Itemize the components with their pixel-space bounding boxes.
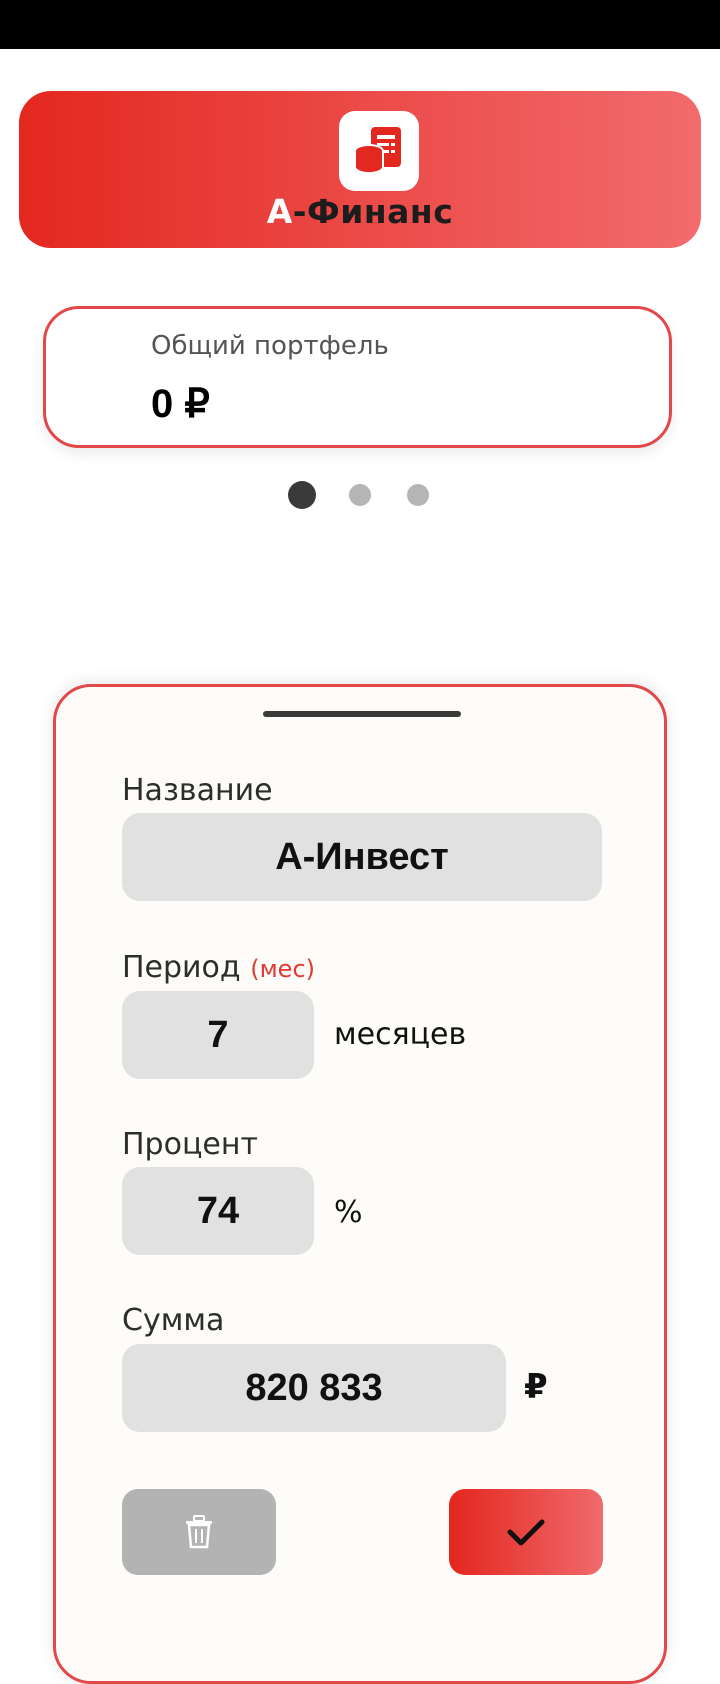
bottom-sheet: Название А-Инвест Период (мес) 7 месяцев…: [53, 684, 667, 1684]
confirm-button[interactable]: [449, 1489, 603, 1575]
period-label: Период (мес): [122, 950, 315, 985]
checkmark-icon: [507, 1519, 545, 1546]
sheet-drag-handle[interactable]: [263, 711, 461, 717]
percent-input[interactable]: 74: [122, 1167, 314, 1255]
app-logo: [339, 111, 419, 191]
brand-suffix: -Финанс: [292, 192, 454, 231]
pager-dot[interactable]: [349, 484, 371, 506]
percent-suffix: %: [334, 1195, 363, 1230]
amount-input[interactable]: 820 833: [122, 1344, 506, 1432]
name-input[interactable]: А-Инвест: [122, 813, 602, 901]
period-input[interactable]: 7: [122, 991, 314, 1079]
status-bar: [0, 0, 720, 49]
portfolio-card[interactable]: Общий портфель 0 ₽: [43, 306, 672, 448]
app-brand-name: А-Финанс: [19, 192, 701, 231]
period-unit-label: (мес): [250, 955, 315, 983]
amount-currency: ₽: [524, 1367, 548, 1407]
period-suffix: месяцев: [334, 1017, 467, 1052]
portfolio-value: 0 ₽: [151, 382, 210, 426]
delete-button[interactable]: [122, 1489, 276, 1575]
app-header: А-Финанс: [19, 91, 701, 248]
name-label: Название: [122, 773, 273, 808]
portfolio-label: Общий портфель: [151, 331, 389, 361]
period-label-text: Период: [122, 950, 241, 985]
trash-icon: [186, 1515, 212, 1549]
percent-label: Процент: [122, 1127, 258, 1162]
amount-label: Сумма: [122, 1303, 225, 1338]
pager-dot-active[interactable]: [288, 481, 316, 509]
pager-dot[interactable]: [407, 484, 429, 506]
coins-document-icon: [354, 127, 401, 174]
brand-prefix: А: [266, 192, 293, 231]
